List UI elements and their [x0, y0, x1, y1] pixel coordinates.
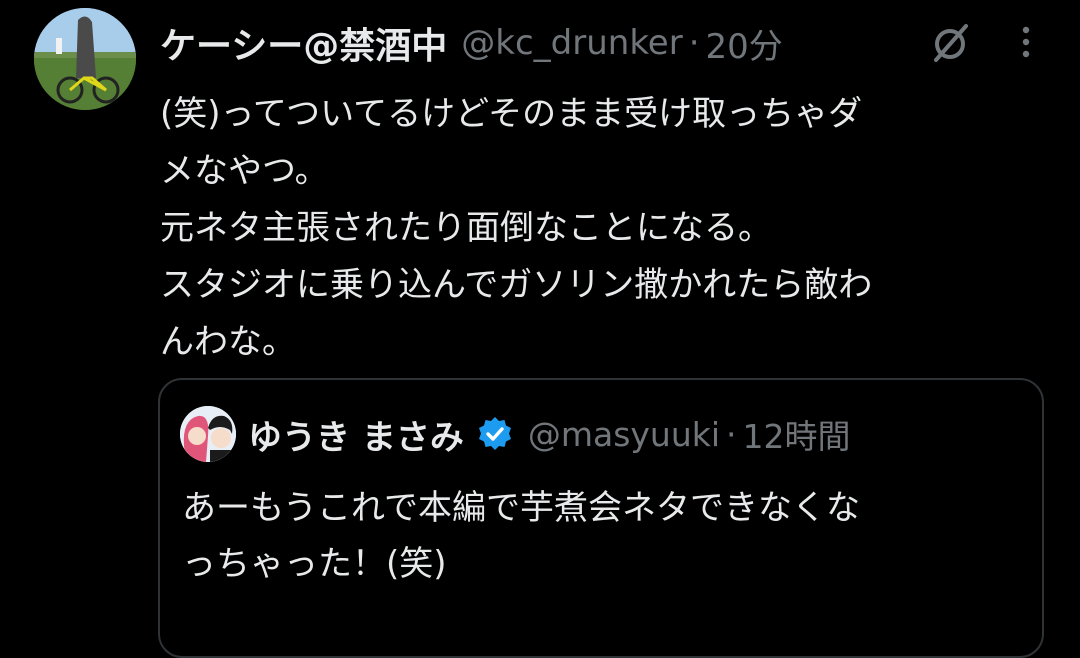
- tweet-header: ケーシー@禁酒中 @kc_drunker · 20分: [160, 18, 783, 68]
- tweet-body-line: 元ネタ主張されたり面倒なことになる。: [160, 208, 772, 248]
- verified-badge-icon[interactable]: [476, 415, 514, 453]
- tweet-body-line: スタジオに乗り込んでガソリン撒かれたら敵わ: [160, 265, 873, 305]
- separator-dot: ·: [688, 23, 700, 63]
- tweet-timestamp[interactable]: 20分: [706, 19, 783, 68]
- avatar-photo: [34, 8, 136, 110]
- quoted-author-handle[interactable]: @masyuuki: [528, 415, 720, 454]
- quoted-tweet-body-line: あーもうこれで本編で芋煮会ネタできなくな: [182, 488, 860, 528]
- quoted-tweet-body: あーもうこれで本編で芋煮会ネタできなくな っちゃった！(笑): [182, 480, 1032, 592]
- quoted-tweet-timestamp[interactable]: 12時間: [743, 410, 851, 458]
- tweet-body: (笑)ってついてるけどそのまま受け取っちゃダ メなやつ。 元ネタ主張されたり面倒…: [160, 86, 1040, 371]
- author-avatar[interactable]: [34, 8, 136, 110]
- grok-slash-icon[interactable]: [928, 20, 972, 64]
- separator-dot: ·: [726, 414, 737, 454]
- author-display-name[interactable]: ケーシー@禁酒中: [160, 17, 447, 69]
- tweet-body-line: んわな。: [160, 322, 296, 362]
- tweet-body-line: メなやつ。: [160, 151, 329, 191]
- quoted-avatar-illustration: [180, 406, 236, 462]
- quoted-tweet-header: ゆうき まさみ @masyuuki · 12時間: [248, 408, 851, 460]
- quoted-author-display-name[interactable]: ゆうき まさみ: [248, 410, 464, 459]
- quoted-tweet-card[interactable]: ゆうき まさみ @masyuuki · 12時間 あーもうこれで本編で芋煮会ネタ…: [158, 378, 1044, 658]
- tweet-body-line: (笑)ってついてるけどそのまま受け取っちゃダ: [160, 94, 863, 134]
- more-vertical-icon[interactable]: [1018, 22, 1034, 62]
- quoted-author-avatar[interactable]: [180, 406, 236, 462]
- quoted-tweet-body-line: っちゃった！(笑): [182, 544, 447, 584]
- author-handle[interactable]: @kc_drunker: [461, 23, 682, 63]
- tweet[interactable]: ケーシー@禁酒中 @kc_drunker · 20分 (笑)ってついてるけどその…: [0, 0, 1080, 658]
